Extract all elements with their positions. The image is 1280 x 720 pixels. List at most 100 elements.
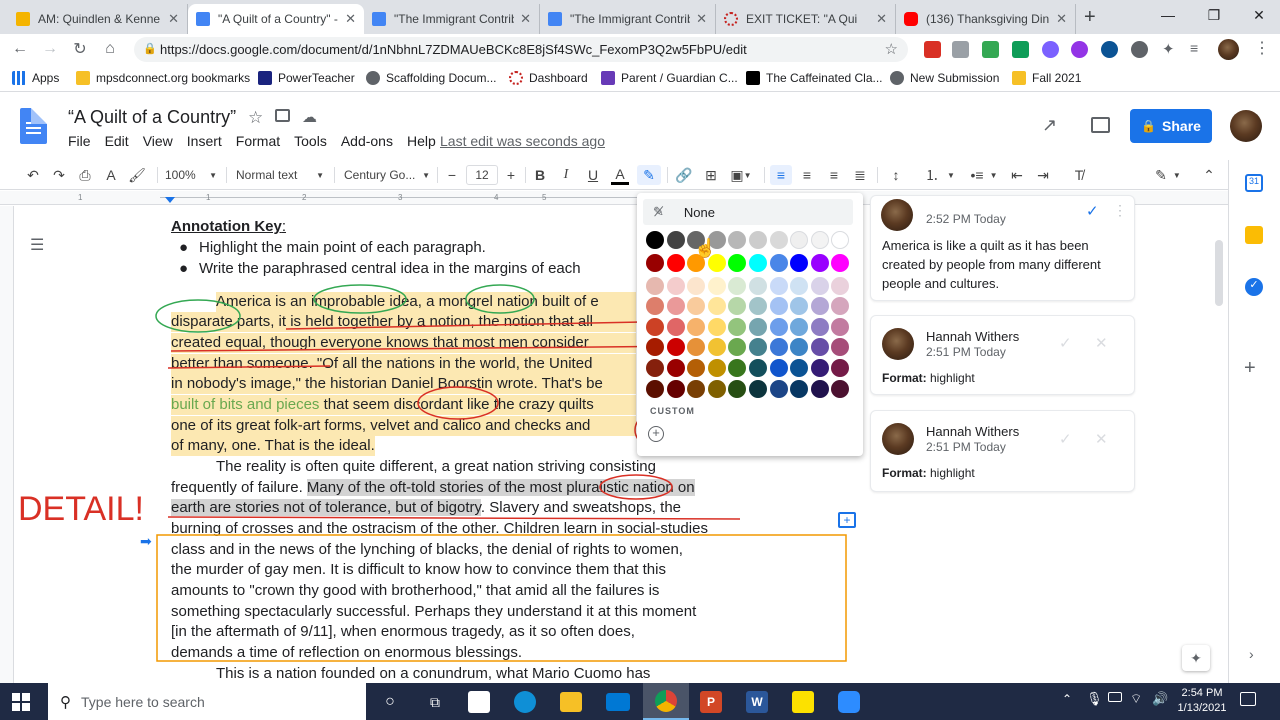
- color-swatch[interactable]: [666, 359, 685, 377]
- color-swatch[interactable]: [769, 297, 788, 315]
- color-swatch[interactable]: [790, 380, 809, 398]
- color-swatch[interactable]: [687, 277, 706, 295]
- powerpoint-icon[interactable]: P: [700, 691, 722, 713]
- color-swatch[interactable]: [831, 338, 850, 356]
- color-swatch[interactable]: [728, 254, 747, 272]
- color-swatch[interactable]: [749, 297, 767, 315]
- color-swatch[interactable]: [687, 338, 706, 356]
- color-swatch[interactable]: [646, 338, 664, 356]
- color-swatch[interactable]: [831, 254, 850, 272]
- sticky-notes-icon[interactable]: [792, 691, 814, 713]
- color-swatch[interactable]: [769, 318, 788, 336]
- color-swatch[interactable]: [769, 359, 788, 377]
- scrollbar-thumb[interactable]: [1215, 240, 1223, 306]
- color-swatch[interactable]: [749, 277, 767, 295]
- color-swatch[interactable]: [810, 338, 829, 356]
- color-swatch[interactable]: [810, 359, 829, 377]
- color-swatch[interactable]: [831, 297, 850, 315]
- color-swatch[interactable]: [666, 297, 685, 315]
- color-swatch[interactable]: [831, 318, 850, 336]
- color-swatch[interactable]: [728, 277, 747, 295]
- color-swatch[interactable]: [687, 318, 706, 336]
- network-icon[interactable]: ⌔: [1130, 691, 1142, 707]
- calendar-icon[interactable]: 31: [1245, 174, 1263, 192]
- color-swatch[interactable]: [749, 318, 767, 336]
- color-swatch[interactable]: [769, 380, 788, 398]
- color-swatch[interactable]: [646, 318, 664, 336]
- color-swatch[interactable]: [790, 297, 809, 315]
- color-swatch[interactable]: [810, 297, 829, 315]
- color-swatch[interactable]: [831, 231, 850, 249]
- color-swatch[interactable]: [810, 231, 829, 249]
- color-swatch[interactable]: [707, 297, 726, 315]
- color-swatch[interactable]: [810, 277, 829, 295]
- resolve-check-icon[interactable]: ✓: [1086, 202, 1099, 220]
- color-swatch[interactable]: [707, 318, 726, 336]
- file-explorer-icon[interactable]: [560, 692, 582, 712]
- windows-start-icon[interactable]: [12, 693, 30, 711]
- color-swatch[interactable]: [687, 359, 706, 377]
- color-swatch[interactable]: [790, 277, 809, 295]
- color-swatch[interactable]: [666, 254, 685, 272]
- expand-panel-icon[interactable]: ›: [1249, 646, 1254, 662]
- color-swatch[interactable]: [646, 297, 664, 315]
- explore-icon[interactable]: ✦: [1182, 645, 1210, 671]
- color-swatch[interactable]: [749, 254, 767, 272]
- color-swatch[interactable]: [666, 380, 685, 398]
- taskbar-search-box[interactable]: ⚲ Type here to search: [48, 683, 366, 720]
- comment-card[interactable]: Hannah Withers 2:51 PM Today ✓ ✕ Format:…: [870, 410, 1135, 492]
- color-swatch[interactable]: [666, 338, 685, 356]
- color-swatch[interactable]: [707, 359, 726, 377]
- color-swatch[interactable]: [707, 380, 726, 398]
- color-swatch[interactable]: [728, 338, 747, 356]
- color-swatch[interactable]: [666, 231, 685, 249]
- color-swatch[interactable]: [749, 338, 767, 356]
- add-comment-icon[interactable]: +: [838, 512, 856, 528]
- color-swatch[interactable]: [646, 380, 664, 398]
- color-swatch[interactable]: [687, 380, 706, 398]
- color-swatch[interactable]: [810, 254, 829, 272]
- battery-icon[interactable]: [1108, 692, 1122, 702]
- comment-card[interactable]: 2:52 PM Today ✓ ⋮ America is like a quil…: [870, 195, 1135, 301]
- mail-icon[interactable]: [606, 693, 630, 711]
- color-swatch[interactable]: [790, 338, 809, 356]
- more-options-icon[interactable]: ⋮: [1113, 202, 1127, 219]
- edge-icon[interactable]: [514, 691, 536, 713]
- show-hidden-icons-icon[interactable]: ⌃: [1062, 692, 1072, 706]
- reject-x-icon[interactable]: ✕: [1095, 430, 1108, 448]
- color-swatch[interactable]: [646, 359, 664, 377]
- add-custom-color-icon[interactable]: +: [648, 426, 664, 442]
- color-swatch[interactable]: [749, 380, 767, 398]
- color-swatch[interactable]: [831, 359, 850, 377]
- zoom-app-icon[interactable]: [838, 691, 860, 713]
- color-swatch[interactable]: [810, 380, 829, 398]
- color-swatch[interactable]: [728, 359, 747, 377]
- color-swatch[interactable]: [790, 231, 809, 249]
- color-swatch[interactable]: [646, 277, 664, 295]
- color-swatch[interactable]: [769, 338, 788, 356]
- color-swatch[interactable]: [707, 277, 726, 295]
- color-swatch[interactable]: [728, 318, 747, 336]
- color-swatch[interactable]: [790, 359, 809, 377]
- color-swatch[interactable]: [728, 231, 747, 249]
- tasks-icon[interactable]: ✓: [1245, 278, 1263, 296]
- resolve-check-icon[interactable]: ✓: [1059, 430, 1072, 448]
- color-swatch[interactable]: [749, 231, 767, 249]
- color-swatch[interactable]: [666, 318, 685, 336]
- color-swatch[interactable]: [810, 318, 829, 336]
- color-swatch[interactable]: [749, 359, 767, 377]
- resolve-check-icon[interactable]: ✓: [1059, 334, 1072, 352]
- color-swatch[interactable]: [728, 380, 747, 398]
- word-icon[interactable]: W: [746, 691, 768, 713]
- color-swatch[interactable]: [728, 297, 747, 315]
- color-swatch[interactable]: [831, 277, 850, 295]
- store-icon[interactable]: [468, 691, 490, 713]
- volume-icon[interactable]: 🔊: [1152, 691, 1168, 707]
- color-swatch[interactable]: [769, 254, 788, 272]
- color-swatch[interactable]: [769, 277, 788, 295]
- color-swatch[interactable]: [769, 231, 788, 249]
- color-swatch[interactable]: [646, 254, 664, 272]
- color-swatch[interactable]: [831, 380, 850, 398]
- color-swatch[interactable]: [790, 254, 809, 272]
- color-swatch[interactable]: [646, 231, 664, 249]
